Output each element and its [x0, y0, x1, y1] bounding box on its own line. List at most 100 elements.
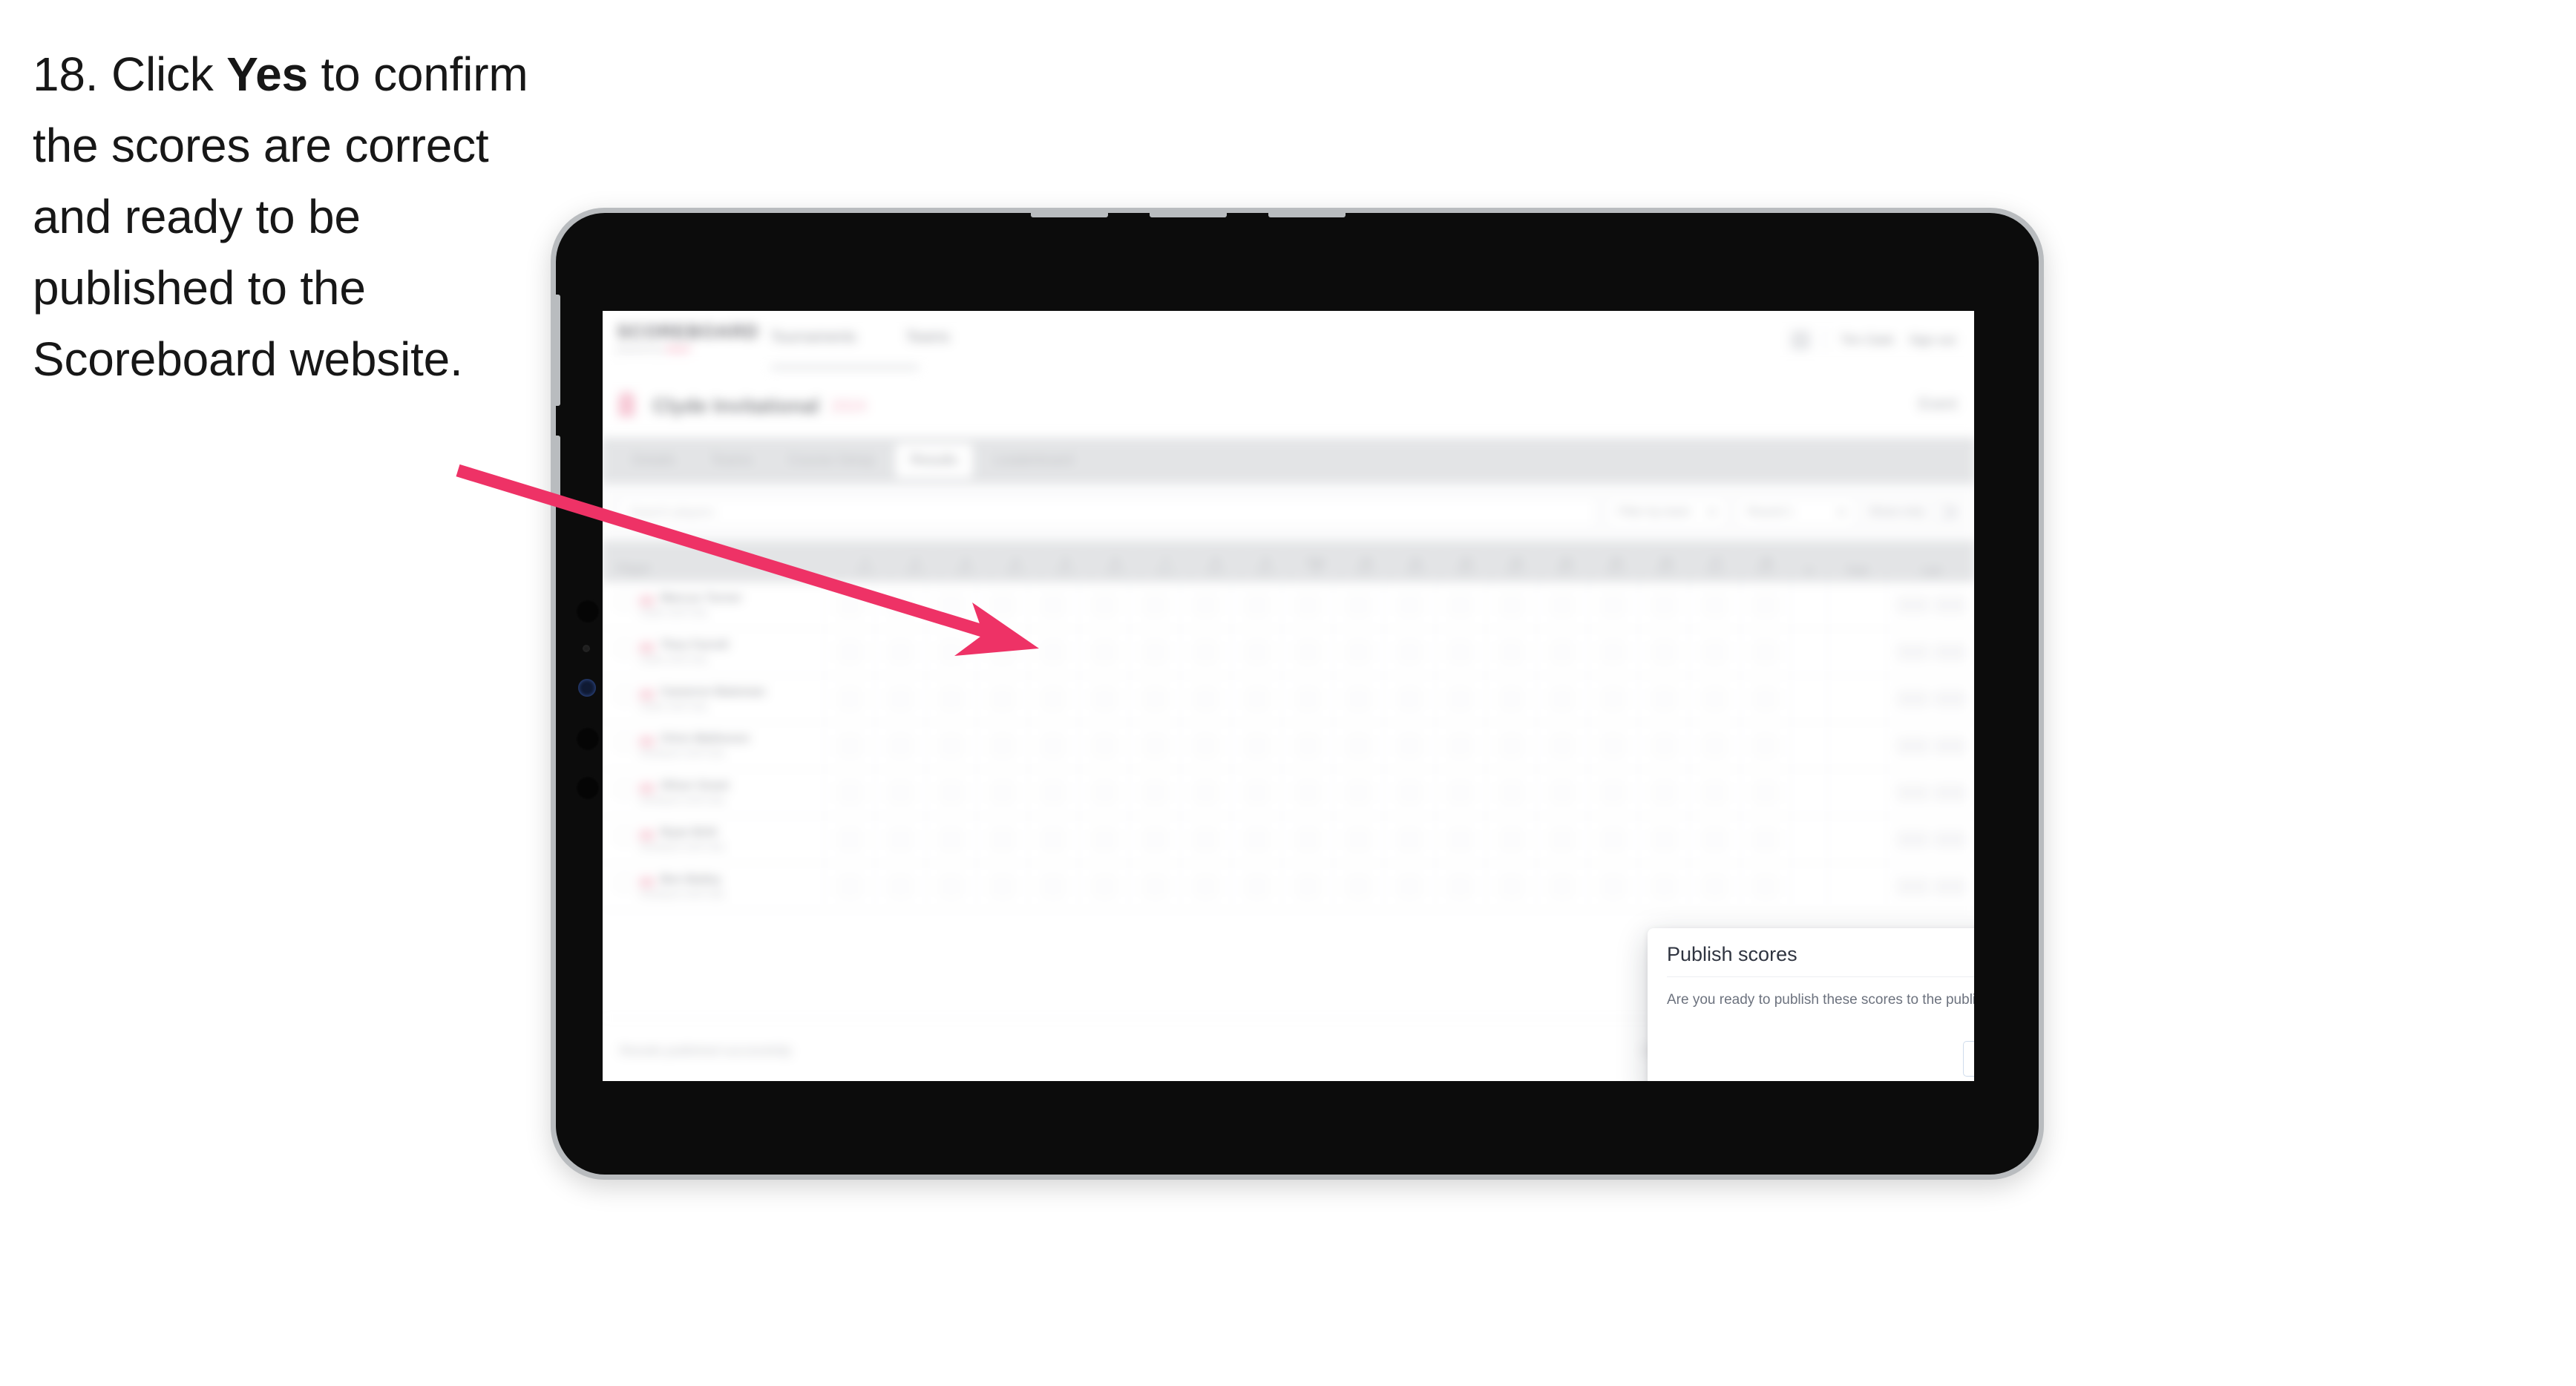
score-cell-hole-10[interactable] [1332, 816, 1384, 863]
score-cell-hole-8[interactable] [1180, 582, 1231, 628]
score-cell-hole-18[interactable] [1740, 628, 1792, 675]
score-cell-hole-out[interactable] [1282, 769, 1333, 816]
title-bar-action[interactable]: Event [1918, 396, 1956, 413]
score-cell-hole-6[interactable] [1078, 675, 1130, 723]
tab-teams[interactable]: Teams [696, 444, 767, 478]
score-cell-hole-10[interactable] [1332, 723, 1384, 769]
nav-item-tournaments[interactable]: Tournaments [770, 329, 856, 346]
tab-leaderboard[interactable]: Leaderboard [978, 444, 1088, 478]
device-button-top-2[interactable] [1150, 213, 1227, 217]
score-cell-hole-8[interactable] [1180, 628, 1231, 675]
table-row[interactable]: Marcus Turner Clyde Golf Club [603, 582, 1974, 629]
filter-round-select[interactable]: Round 1 ▾ [1736, 496, 1856, 528]
brand-logo[interactable]: SCOREBOARD powered by GOLF [617, 321, 758, 354]
score-cell-hole-6[interactable] [1078, 769, 1130, 816]
score-cell-hole-3[interactable] [925, 769, 977, 816]
score-cell-hole-7[interactable] [1129, 723, 1181, 769]
score-cell-hole-16[interactable] [1638, 582, 1689, 628]
nav-item-teams[interactable]: Teams [905, 329, 949, 346]
table-row[interactable]: Chris Matheson Southport Golf Club [603, 723, 1974, 770]
tab-details[interactable]: Details [617, 444, 689, 478]
score-cell-hole-15[interactable] [1587, 628, 1639, 675]
score-cell-hole-1[interactable] [824, 628, 875, 675]
score-cell-hole-12[interactable] [1435, 863, 1486, 910]
table-row[interactable]: Oliver Grant Southport Golf Club [603, 769, 1974, 817]
score-cell-hole-2[interactable] [874, 816, 926, 863]
score-cell-hole-out[interactable] [1282, 816, 1333, 863]
score-cell-hole-13[interactable] [1485, 769, 1537, 816]
score-cell-hole-18[interactable] [1740, 816, 1792, 863]
score-cell-hole-2[interactable] [874, 769, 926, 816]
score-cell-hole-18[interactable] [1740, 769, 1792, 816]
score-cell-hole-8[interactable] [1180, 675, 1231, 723]
score-cell-hole-17[interactable] [1688, 675, 1740, 723]
score-cell-hole-2[interactable] [874, 628, 926, 675]
score-cell-hole-5[interactable] [1027, 769, 1078, 816]
score-cell-hole-4[interactable] [976, 628, 1028, 675]
score-cell-hole-12[interactable] [1435, 582, 1486, 628]
score-cell-hole-8[interactable] [1180, 816, 1231, 863]
score-cell-hole-16[interactable] [1638, 628, 1689, 675]
tab-course-setup[interactable]: Course Setup [773, 444, 890, 478]
score-cell-hole-10[interactable] [1332, 769, 1384, 816]
device-button-power[interactable] [556, 436, 560, 502]
score-cell-hole-5[interactable] [1027, 816, 1078, 863]
score-cell-hole-13[interactable] [1485, 628, 1537, 675]
score-cell-hole-4[interactable] [976, 769, 1028, 816]
row-checkbox[interactable] [617, 640, 632, 656]
device-button-top-3[interactable] [1268, 213, 1346, 217]
score-cell-hole-11[interactable] [1383, 769, 1435, 816]
score-cell-hole-1[interactable] [824, 675, 875, 723]
score-cell-hole-10[interactable] [1332, 628, 1384, 675]
score-cell-hole-15[interactable] [1587, 582, 1639, 628]
score-cell-hole-17[interactable] [1688, 582, 1740, 628]
tab-results[interactable]: Results [895, 443, 973, 479]
score-cell-hole-9[interactable] [1230, 723, 1282, 769]
search-input[interactable]: Search players [618, 496, 1597, 528]
score-cell-hole-14[interactable] [1536, 863, 1587, 910]
score-cell-hole-15[interactable] [1587, 675, 1639, 723]
score-cell-hole-14[interactable] [1536, 816, 1587, 863]
score-cell-hole-3[interactable] [925, 582, 977, 628]
score-cell-hole-out[interactable] [1282, 723, 1333, 769]
score-cell-hole-9[interactable] [1230, 863, 1282, 910]
score-cell-hole-6[interactable] [1078, 816, 1130, 863]
score-cell-hole-12[interactable] [1435, 769, 1486, 816]
score-cell-hole-12[interactable] [1435, 675, 1486, 723]
score-cell-hole-9[interactable] [1230, 582, 1282, 628]
score-cell-hole-1[interactable] [824, 723, 875, 769]
score-cell-hole-14[interactable] [1536, 582, 1587, 628]
score-cell-hole-out[interactable] [1282, 582, 1333, 628]
score-cell-hole-18[interactable] [1740, 675, 1792, 723]
score-cell-hole-15[interactable] [1587, 816, 1639, 863]
row-checkbox[interactable] [617, 875, 632, 890]
score-cell-hole-out[interactable] [1282, 628, 1333, 675]
score-cell-hole-out[interactable] [1282, 863, 1333, 910]
score-cell-hole-7[interactable] [1129, 816, 1181, 863]
score-cell-hole-17[interactable] [1688, 769, 1740, 816]
score-cell-hole-17[interactable] [1688, 816, 1740, 863]
score-cell-hole-3[interactable] [925, 863, 977, 910]
row-checkbox[interactable] [617, 735, 632, 750]
row-checkbox[interactable] [617, 687, 632, 703]
device-button-top-1[interactable] [1031, 213, 1108, 217]
score-cell-hole-16[interactable] [1638, 769, 1689, 816]
score-cell-hole-5[interactable] [1027, 723, 1078, 769]
header-username[interactable]: Tim Clark [1841, 333, 1894, 348]
table-row[interactable]: Ben Bailey Southport Golf Club [603, 863, 1974, 910]
score-cell-hole-9[interactable] [1230, 769, 1282, 816]
score-cell-hole-5[interactable] [1027, 628, 1078, 675]
score-cell-hole-6[interactable] [1078, 628, 1130, 675]
score-cell-hole-16[interactable] [1638, 675, 1689, 723]
score-cell-hole-8[interactable] [1180, 723, 1231, 769]
sign-out-link[interactable]: Sign out [1909, 333, 1956, 348]
score-cell-hole-5[interactable] [1027, 863, 1078, 910]
score-cell-hole-3[interactable] [925, 628, 977, 675]
score-cell-hole-11[interactable] [1383, 628, 1435, 675]
score-cell-hole-10[interactable] [1332, 675, 1384, 723]
score-cell-hole-16[interactable] [1638, 816, 1689, 863]
score-cell-hole-14[interactable] [1536, 675, 1587, 723]
score-cell-hole-1[interactable] [824, 769, 875, 816]
score-cell-hole-10[interactable] [1332, 582, 1384, 628]
score-cell-hole-1[interactable] [824, 582, 875, 628]
